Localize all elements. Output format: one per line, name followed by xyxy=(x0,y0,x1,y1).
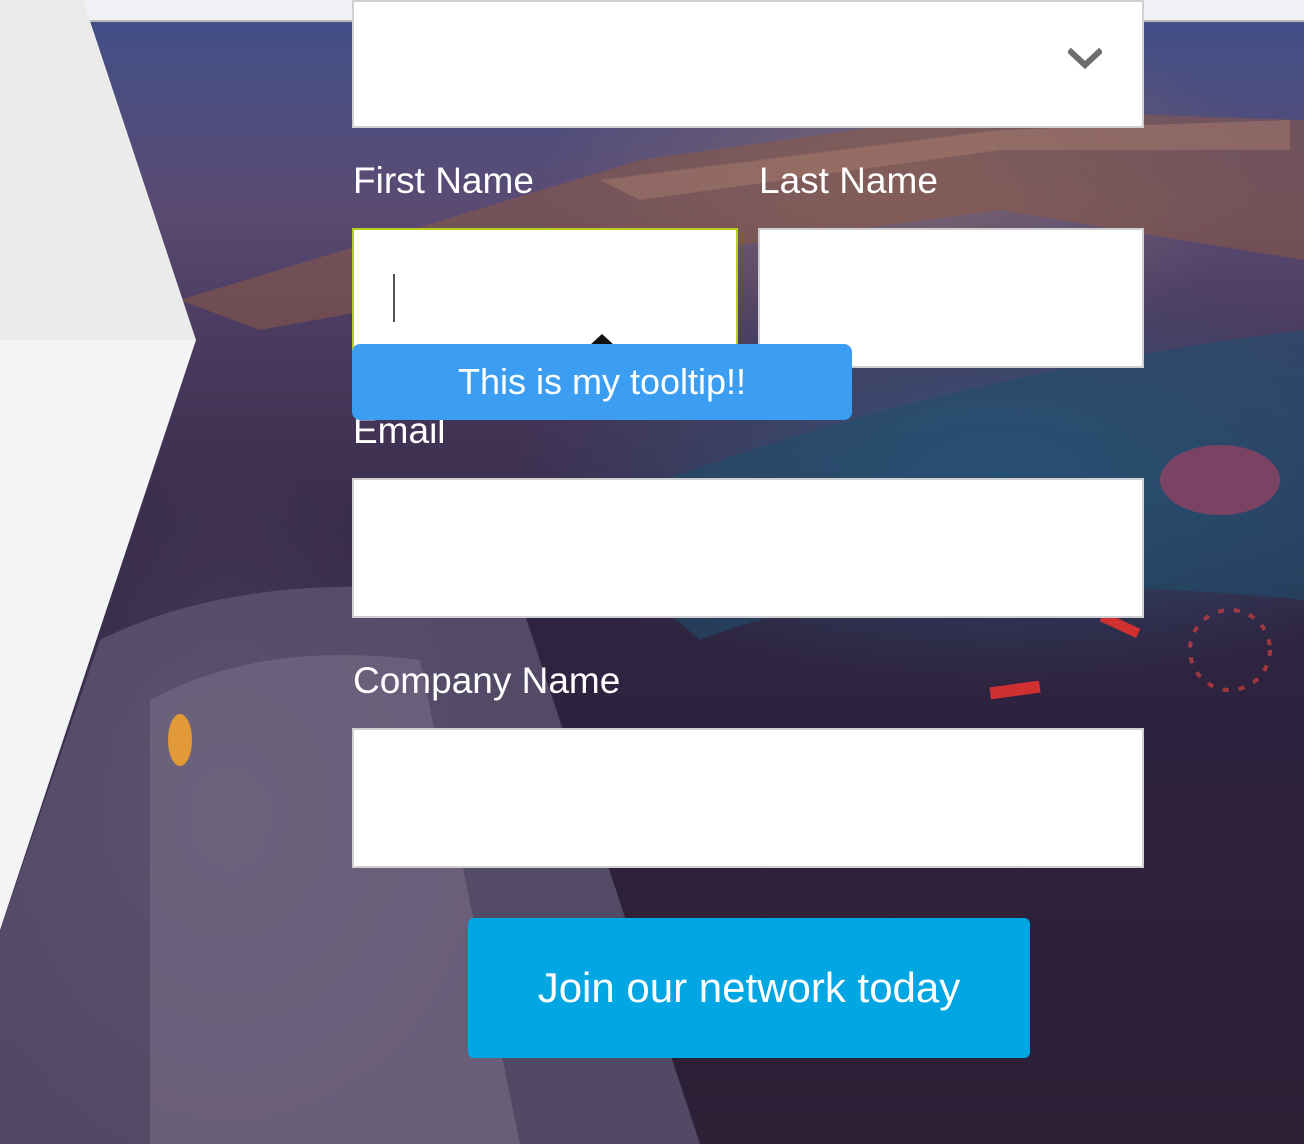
company-name-field[interactable] xyxy=(352,728,1144,868)
email-field[interactable] xyxy=(352,478,1144,618)
tooltip-text: This is my tooltip!! xyxy=(457,361,747,402)
page: First Name Last Name Email Company Name … xyxy=(0,0,1304,1144)
join-network-button[interactable]: Join our network today xyxy=(468,918,1030,1058)
select-dropdown[interactable] xyxy=(352,0,1144,128)
last-name-label: Last Name xyxy=(759,160,938,201)
first-name-label: First Name xyxy=(353,160,534,201)
company-name-input[interactable] xyxy=(354,730,1142,866)
join-network-button-label: Join our network today xyxy=(537,964,961,1011)
text-cursor xyxy=(393,274,395,322)
tooltip: This is my tooltip!! xyxy=(352,344,852,420)
email-input[interactable] xyxy=(354,480,1142,616)
company-name-label: Company Name xyxy=(353,660,621,701)
chevron-down-icon[interactable] xyxy=(1068,48,1102,70)
